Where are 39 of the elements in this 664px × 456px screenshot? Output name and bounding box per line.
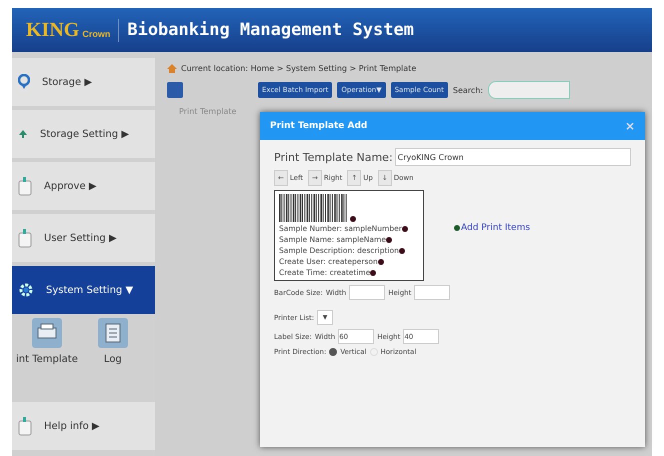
barcode-drawing [279,194,349,222]
name-input[interactable]: CryoKING Crown [394,148,631,166]
printer-icon[interactable] [32,318,62,348]
sidebar-item[interactable]: System Setting ▼ [12,266,155,314]
sidebar-item[interactable]: User Setting ▶ [12,214,155,262]
home-icon [167,64,177,73]
sidebar-label: Approve ▶ [44,180,97,192]
sidebar-item[interactable]: Approve ▶ [12,162,155,210]
sidebar-label: System Setting ▼ [46,284,134,296]
dialog-title: Print Template Add [270,121,368,131]
up-arrow-icon [18,129,28,139]
sidebar-label: Storage ▶ [42,76,92,88]
settings-icon [18,282,34,298]
sidebar-label: Help info ▶ [44,420,100,432]
document-icon [18,416,32,436]
height-input[interactable] [414,285,450,300]
submenu-label[interactable]: Log [104,354,122,365]
radio-button[interactable] [329,348,338,356]
submenu-label[interactable]: int Template [16,354,78,365]
add-print-items-link[interactable]: Add Print Items [454,174,530,281]
width-input[interactable] [349,285,386,300]
sidebar-item[interactable]: Help info ▶ [12,402,155,450]
sidebar-label: User Setting ▶ [44,232,117,244]
sidebar-item[interactable]: Storage ▶ [12,58,155,106]
handle-icon[interactable] [350,216,356,222]
logo: KING Crown [26,18,120,42]
content-label: Print Template [178,107,238,116]
list-icon[interactable] [98,318,128,348]
search-field[interactable] [488,81,570,99]
breadcrumb: Current location: Home > System Setting > Print Template [181,64,416,73]
field-label: Print Template Name: [274,150,393,164]
sidebar-item[interactable]: Storage Setting ▶ [12,110,155,158]
app-title: Biobanking Management System [127,20,414,40]
location-pin-icon [18,74,30,90]
search-label: Search: [452,86,484,94]
document-icon [18,228,32,248]
sidebar-label: Storage Setting ▶ [40,128,130,140]
document-icon [18,176,32,196]
handle-icon[interactable] [402,226,408,232]
